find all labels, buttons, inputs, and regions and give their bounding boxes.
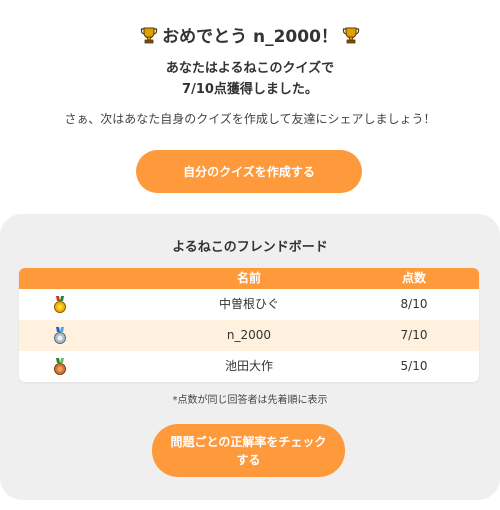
- table-header: 名前 点数: [19, 268, 479, 289]
- result-line-1: あなたはよるねこのクイズで: [165, 61, 335, 76]
- column-header-name: 名前: [236, 271, 261, 285]
- title-text: おめでとう n_2000！: [162, 27, 338, 47]
- check-accuracy-button[interactable]: 問題ごとの正解率をチェックする: [152, 424, 345, 477]
- player-score: 8/10: [400, 297, 428, 311]
- table-row: n_2000 7/10: [19, 320, 479, 351]
- result-line-2: 7/10点獲得しました。: [182, 82, 318, 97]
- player-score: 5/10: [400, 359, 428, 373]
- player-score: 7/10: [400, 328, 428, 342]
- result-text: あなたはよるねこのクイズで 7/10点獲得しました。: [0, 58, 500, 100]
- bronze-medal-icon: [54, 358, 66, 375]
- ranking-note: *点数が同じ回答者は先着順に表示: [172, 395, 328, 406]
- player-name: 池田大作: [224, 359, 273, 373]
- trophy-icon: [342, 27, 360, 43]
- page-title: おめでとう n_2000！: [0, 22, 500, 47]
- leaderboard-table: 名前 点数 中曽根ひぐ 8/10 n_2000 7/10 池田大作 5/10: [19, 268, 479, 382]
- friend-board-title: よるねこのフレンドボード: [172, 240, 328, 255]
- table-row: 中曽根ひぐ 8/10: [19, 289, 479, 320]
- gold-medal-icon: [54, 296, 66, 313]
- player-name: 中曽根ひぐ: [218, 297, 279, 311]
- trophy-icon: [140, 27, 158, 43]
- player-name: n_2000: [226, 328, 272, 342]
- silver-medal-icon: [54, 327, 66, 344]
- table-row: 池田大作 5/10: [19, 351, 479, 382]
- share-prompt: さぁ、次はあなた自身のクイズを作成して友達にシェアしましょう！: [64, 112, 436, 126]
- create-quiz-button[interactable]: 自分のクイズを作成する: [136, 150, 362, 193]
- column-header-score: 点数: [401, 271, 426, 285]
